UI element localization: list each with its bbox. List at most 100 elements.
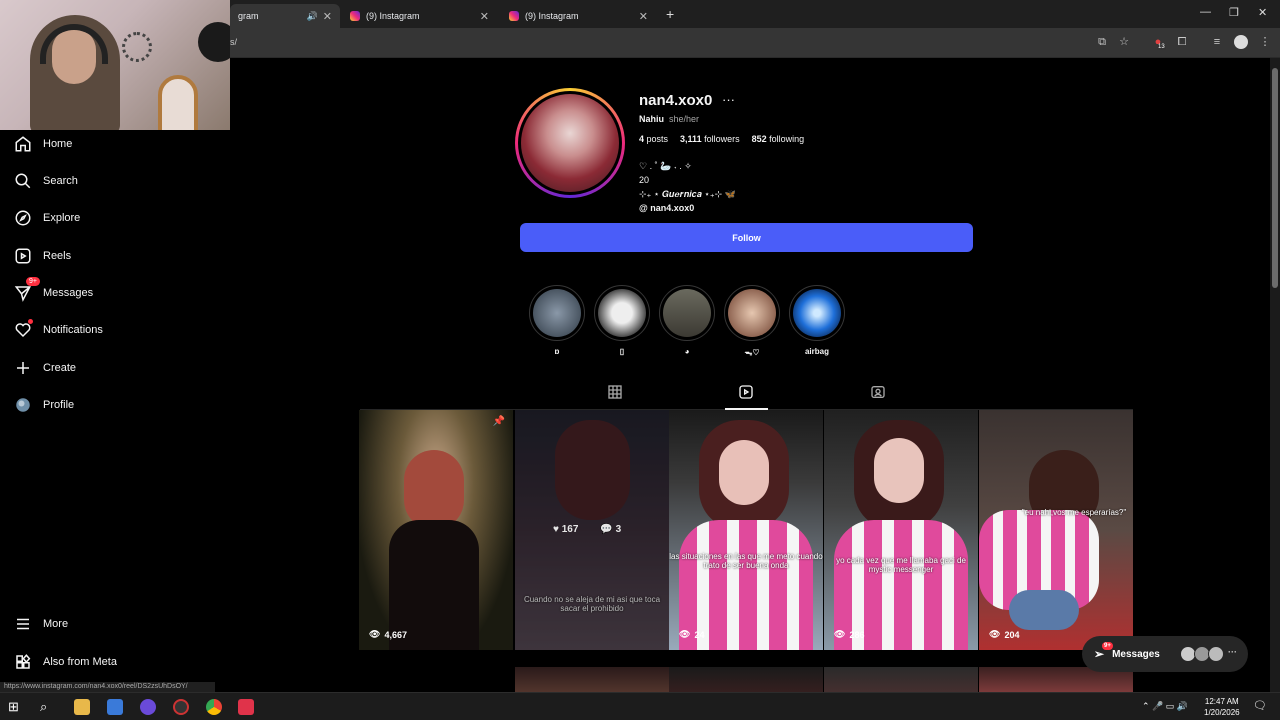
- profile-options-button[interactable]: ···: [722, 92, 735, 107]
- media-control-icon[interactable]: ≡: [1210, 35, 1224, 49]
- restore-button[interactable]: ❐: [1229, 6, 1239, 19]
- reel-tile[interactable]: [824, 667, 978, 692]
- app-icon[interactable]: [238, 699, 254, 715]
- reel-views: 👁 286: [834, 629, 865, 640]
- url-text[interactable]: s/: [230, 37, 237, 47]
- sidebar-item-search[interactable]: Search: [14, 169, 214, 193]
- sidebar-item-reels[interactable]: Reels: [14, 244, 214, 268]
- avatar: [1208, 646, 1224, 662]
- extensions-puzzle-icon[interactable]: ⧠: [1175, 35, 1189, 49]
- highlight-label: ᯓ♡: [744, 348, 760, 357]
- close-window-button[interactable]: ✕: [1258, 6, 1267, 19]
- bio-line: ♡ . ˚ 🦢 ˖ . ✧: [639, 161, 692, 171]
- search-icon[interactable]: ⌕: [40, 699, 56, 715]
- speaker-icon[interactable]: 🔊: [307, 11, 318, 22]
- messages-label: Messages: [1112, 648, 1160, 660]
- reel-tile[interactable]: [669, 667, 823, 692]
- follow-button[interactable]: Follow: [520, 223, 973, 252]
- story-highlight[interactable]: ▯: [593, 285, 651, 356]
- highlight-thumbnail: [533, 289, 581, 337]
- scrollbar-thumb[interactable]: [1272, 68, 1278, 288]
- close-tab-icon[interactable]: ✕: [323, 10, 332, 23]
- highlight-thumbnail: [793, 289, 841, 337]
- reel-subject-face: [719, 440, 769, 505]
- reel-tile[interactable]: "eu nahi,vos me esperarías?" 👁 204: [979, 410, 1133, 650]
- windows-start-icon[interactable]: ⊞: [8, 699, 24, 715]
- sidebar-item-more[interactable]: More: [14, 612, 214, 636]
- notification-center-icon[interactable]: 🗨: [1253, 699, 1267, 712]
- highlight-label: ▯: [619, 347, 625, 356]
- comments-stat: 💬 3: [600, 524, 622, 535]
- sidebar-item-messages[interactable]: 9+ Messages: [14, 277, 214, 305]
- profile-avatar[interactable]: [515, 88, 625, 198]
- highlight-thumbnail: [663, 289, 711, 337]
- app-icon[interactable]: [140, 699, 156, 715]
- tray-icons[interactable]: ⌃ 🎤 ▭ 🔊: [1142, 701, 1188, 712]
- eye-icon: 👁: [679, 629, 691, 639]
- tab-instagram-1[interactable]: (9) Instagram ✕: [342, 4, 497, 28]
- page-scrollbar[interactable]: [1270, 58, 1280, 692]
- sidebar-item-label: Explore: [43, 212, 81, 224]
- reel-tile[interactable]: yo cada vez que me llamaba gaci de mysti…: [824, 410, 978, 650]
- avatar-image: [521, 94, 619, 192]
- profile-stats: 4 posts 3,111 followers 852 following: [639, 134, 804, 144]
- store-icon[interactable]: [107, 699, 123, 715]
- chrome-icon[interactable]: [206, 699, 222, 715]
- posts-grid-tab-icon[interactable]: [607, 384, 623, 400]
- new-tab-button[interactable]: +: [666, 6, 674, 22]
- file-explorer-icon[interactable]: [74, 699, 90, 715]
- story-highlight[interactable]: ᯓ♡: [723, 285, 781, 358]
- story-highlight[interactable]: ɒ: [528, 285, 586, 356]
- following-stat[interactable]: 852 following: [752, 134, 805, 144]
- app-icon[interactable]: [173, 699, 189, 715]
- browser-menu-icon[interactable]: ⋮: [1258, 35, 1272, 49]
- sidebar-item-meta[interactable]: Also from Meta: [14, 650, 214, 674]
- reel-subject-shorts: [1009, 590, 1079, 630]
- sidebar-item-label: Home: [43, 138, 73, 150]
- close-tab-icon[interactable]: ✕: [480, 10, 489, 23]
- search-icon: [15, 173, 31, 189]
- reel-tile[interactable]: las situaciones en las que me meto cuand…: [669, 410, 823, 650]
- pinned-icon: 📌: [492, 416, 505, 427]
- posts-stat: 4 posts: [639, 134, 669, 144]
- messages-floating-bar[interactable]: ➢ 9+ Messages ···: [1082, 636, 1248, 672]
- likes-stat: ♥ 167: [553, 524, 579, 535]
- threads-link[interactable]: @ nan4.xox0: [639, 201, 736, 215]
- bio-line: 20: [639, 175, 650, 185]
- tab-instagram-2[interactable]: (9) Instagram ✕: [501, 4, 656, 28]
- sidebar-item-create[interactable]: Create: [14, 356, 214, 380]
- close-tab-icon[interactable]: ✕: [639, 10, 648, 23]
- tab-label: (9) Instagram: [525, 11, 579, 21]
- bio-line: ⊹₊ ⋆ 𝑮𝒖𝒆𝒓𝒏𝒊𝒄𝒂 ⋆₊⊹ 🦋: [639, 189, 736, 199]
- tagged-tab-icon[interactable]: [870, 384, 886, 400]
- sidebar-item-explore[interactable]: Explore: [14, 206, 214, 230]
- tab-label: gram: [238, 11, 259, 21]
- system-clock[interactable]: 12:47 AM 1/20/2026: [1204, 696, 1240, 718]
- reel-views: 👁 4,667: [369, 629, 407, 640]
- sidebar-item-label: Also from Meta: [43, 656, 117, 668]
- instagram-favicon-icon: [509, 11, 519, 21]
- reel-tile[interactable]: 📌 👁 4,667: [359, 410, 513, 650]
- sidebar-item-home[interactable]: Home: [14, 132, 214, 156]
- install-app-icon[interactable]: ⧉: [1095, 35, 1109, 49]
- tab-current[interactable]: gram 🔊 ✕: [230, 4, 340, 28]
- bookmark-star-icon[interactable]: ☆: [1117, 35, 1131, 49]
- reel-tile[interactable]: ♥ 167 💬 3 Cuando no se aleja de mi asi q…: [515, 410, 669, 650]
- webcam-overlay: [0, 0, 230, 130]
- instagram-favicon-icon: [350, 11, 360, 21]
- sidebar-item-profile[interactable]: Profile: [14, 393, 214, 417]
- compass-icon: [15, 210, 31, 226]
- profile-full-name: Nahiu: [639, 114, 665, 124]
- profile-bio: ♡ . ˚ 🦢 ˖ . ✧ 20 ⊹₊ ⋆ 𝑮𝒖𝒆𝒓𝒏𝒊𝒄𝒂 ⋆₊⊹ 🦋 @ n…: [639, 159, 736, 215]
- reels-tab-icon[interactable]: [738, 384, 754, 400]
- followers-stat[interactable]: 3,111 followers: [680, 134, 740, 144]
- status-url-tooltip: https://www.instagram.com/nan4.xox0/reel…: [0, 682, 215, 692]
- profile-avatar-icon[interactable]: [1234, 35, 1248, 49]
- sidebar-item-label: Reels: [43, 250, 72, 262]
- sidebar-item-notifications[interactable]: Notifications: [14, 318, 214, 342]
- story-highlight[interactable]: airbag: [788, 285, 846, 356]
- reel-caption: "eu nahi,vos me esperarías?": [1021, 508, 1127, 517]
- minimize-button[interactable]: —: [1200, 6, 1211, 18]
- story-highlight[interactable]: ◕: [658, 285, 716, 356]
- reel-tile[interactable]: [515, 667, 669, 692]
